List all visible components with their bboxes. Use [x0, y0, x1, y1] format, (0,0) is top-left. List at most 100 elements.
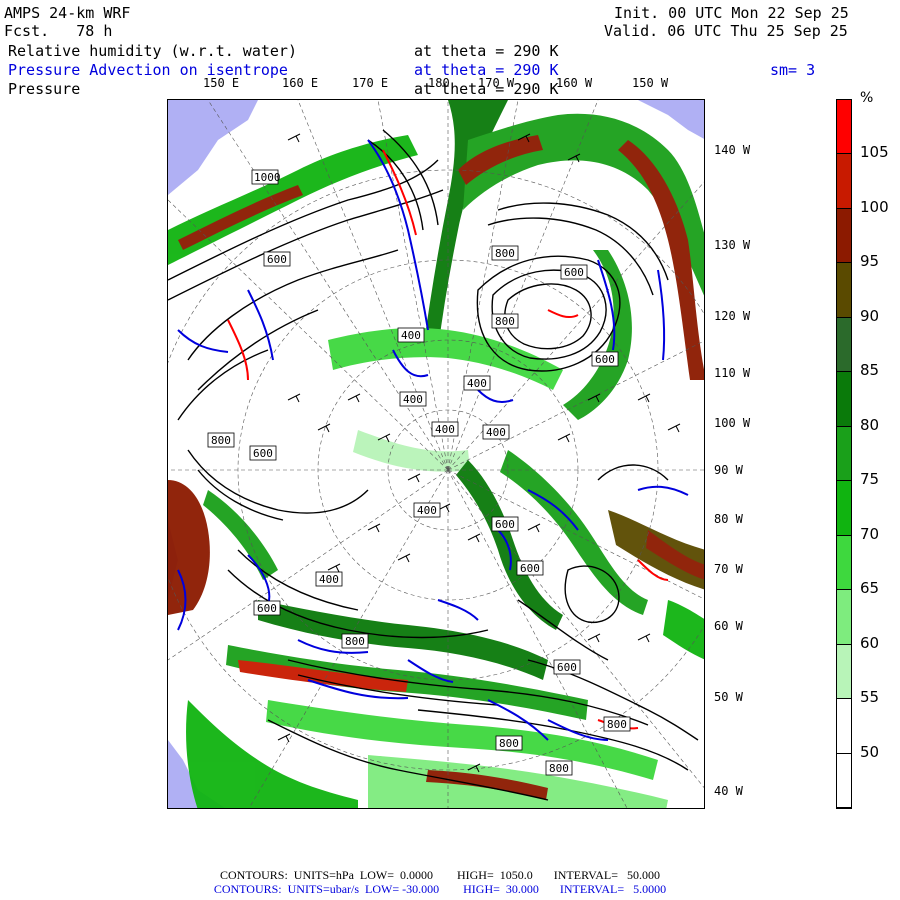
colorbar-segment: [837, 699, 851, 754]
svg-text:600: 600: [267, 253, 287, 266]
contour-label: 800: [491, 313, 519, 329]
colorbar-tick-label: 105: [860, 143, 889, 162]
lat-label: 80 W: [714, 512, 743, 526]
svg-text:400: 400: [319, 573, 339, 586]
colorbar: [836, 99, 852, 809]
lon-label: 150 E: [203, 76, 240, 90]
colorbar-tick-label: 80: [860, 415, 880, 434]
svg-text:600: 600: [564, 266, 584, 279]
colorbar-tick-label: 95: [860, 252, 880, 271]
colorbar-segment: [837, 208, 851, 264]
svg-text:600: 600: [495, 518, 515, 531]
svg-text:600: 600: [557, 661, 577, 674]
lon-label: 160 E: [282, 76, 319, 90]
colorbar-tick-label: 100: [860, 197, 889, 216]
contour-label: 400: [399, 391, 427, 407]
contour-label: 800: [491, 245, 519, 261]
colorbar-tick-label: 65: [860, 579, 880, 598]
weather-map: 1000 600 800 600 800 400 600 400 800 600…: [167, 99, 705, 809]
contour-label: 1000: [251, 169, 281, 185]
colorbar-tick-label: 70: [860, 524, 880, 543]
colorbar-segment: [837, 590, 851, 645]
colorbar-tick-label: 50: [860, 742, 880, 761]
contour-label: 400: [315, 571, 343, 587]
model-title: AMPS 24-km WRF: [4, 4, 131, 22]
svg-text:800: 800: [549, 762, 569, 775]
contour-label: 400: [482, 424, 510, 440]
colorbar-segment: [837, 753, 851, 808]
colorbar-segment: [837, 317, 851, 373]
contour-label: 600: [249, 445, 277, 461]
lat-label: 100 W: [714, 416, 751, 430]
colorbar-tick-label: 60: [860, 633, 880, 652]
contour-label: 600: [491, 516, 519, 532]
contour-label: 400: [463, 375, 491, 391]
lat-label: 130 W: [714, 238, 751, 252]
svg-text:400: 400: [403, 393, 423, 406]
contour-label: 400: [397, 327, 425, 343]
contour-label: 600: [263, 251, 291, 267]
lat-label: 110 W: [714, 366, 751, 380]
init-time: Init. 00 UTC Mon 22 Sep 25: [614, 4, 849, 22]
lat-label: 60 W: [714, 619, 743, 633]
colorbar-segment: [837, 372, 851, 427]
colorbar-tick-label: 90: [860, 306, 880, 325]
contour-label: 600: [253, 600, 281, 616]
colorbar-segment: [837, 263, 851, 318]
field2-name: Pressure Advection on isentrope: [8, 61, 288, 79]
svg-text:800: 800: [495, 247, 515, 260]
footer-contours-advection: CONTOURS: UNITS=ubar/s LOW= -30.000 HIGH…: [213, 882, 667, 896]
svg-text:800: 800: [211, 434, 231, 447]
colorbar-segment: [837, 481, 851, 536]
svg-text:400: 400: [486, 426, 506, 439]
lon-label: 160 W: [556, 76, 593, 90]
lat-label: 70 W: [714, 562, 743, 576]
lat-label: 40 W: [714, 784, 743, 798]
colorbar-tick-label: 75: [860, 470, 880, 489]
svg-text:400: 400: [401, 329, 421, 342]
lon-label: 170 W: [478, 76, 515, 90]
lat-label: 120 W: [714, 309, 751, 323]
svg-text:600: 600: [520, 562, 540, 575]
lon-label: 180: [428, 76, 450, 90]
lat-label: 50 W: [714, 690, 743, 704]
contour-label: 800: [603, 716, 631, 732]
contour-label: 800: [495, 735, 523, 751]
colorbar-segment: [837, 535, 851, 591]
colorbar-segment: [837, 154, 851, 209]
svg-text:600: 600: [595, 353, 615, 366]
svg-text:800: 800: [607, 718, 627, 731]
contour-label: 600: [591, 351, 619, 367]
forecast-hour: Fcst. 78 h: [4, 22, 113, 40]
contour-label: 600: [560, 264, 588, 280]
colorbar-tick-label: 55: [860, 688, 880, 707]
contour-label: 800: [207, 432, 235, 448]
svg-text:400: 400: [435, 423, 455, 436]
colorbar-segment: [837, 100, 851, 155]
contour-label: 400: [431, 421, 459, 437]
svg-text:800: 800: [499, 737, 519, 750]
field3-name: Pressure: [8, 80, 81, 98]
contour-label: 600: [516, 560, 544, 576]
lon-label: 170 E: [352, 76, 389, 90]
field1-level: at theta = 290 K: [414, 42, 559, 60]
contour-label: 800: [341, 633, 369, 649]
colorbar-tick-label: 85: [860, 361, 880, 380]
svg-text:800: 800: [495, 315, 515, 328]
contour-label: 800: [545, 760, 573, 776]
lat-label: 140 W: [714, 143, 751, 157]
lon-label: 150 W: [632, 76, 669, 90]
colorbar-segment: [837, 426, 851, 482]
svg-text:400: 400: [417, 504, 437, 517]
valid-time: Valid. 06 UTC Thu 25 Sep 25: [604, 22, 848, 40]
lat-label: 90 W: [714, 463, 743, 477]
footer-contours-pressure: CONTOURS: UNITS=hPa LOW= 0.0000 HIGH= 10…: [220, 868, 660, 882]
contour-label: 600: [553, 659, 581, 675]
field2-smoothing: sm= 3: [770, 61, 816, 79]
svg-text:600: 600: [257, 602, 277, 615]
contour-label: 400: [413, 502, 441, 518]
svg-text:800: 800: [345, 635, 365, 648]
colorbar-segment: [837, 644, 851, 700]
field1-name: Relative humidity (w.r.t. water): [8, 42, 297, 60]
svg-text:400: 400: [467, 377, 487, 390]
